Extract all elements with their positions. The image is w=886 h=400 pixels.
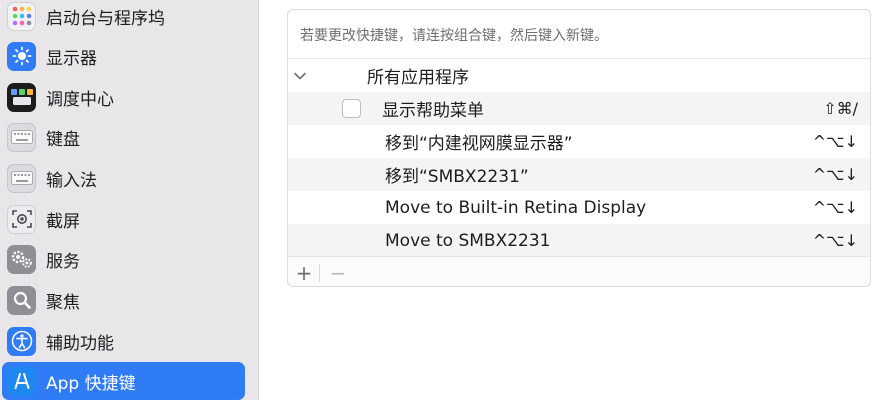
add-shortcut-button[interactable]: + xyxy=(291,260,317,286)
shortcut-label: Move to Built-in Retina Display xyxy=(385,197,647,218)
screenshot-icon xyxy=(7,204,36,234)
shortcut-label: 移到“内建视网膜显示器” xyxy=(385,134,573,154)
divider xyxy=(319,264,320,282)
shortcut-label: 显示帮助菜单 xyxy=(382,101,484,121)
remove-shortcut-button[interactable]: − xyxy=(325,260,351,286)
group-row-all-apps[interactable]: 所有应用程序 xyxy=(288,59,870,92)
sidebar-item-display[interactable]: 显示器 xyxy=(0,37,245,75)
sidebar-item-app-shortcuts[interactable]: App 快捷键 xyxy=(2,362,245,400)
shortcut-keys[interactable]: ^⌥↓ xyxy=(813,231,858,250)
sidebar-item-services[interactable]: 服务 xyxy=(0,240,245,278)
shortcut-row[interactable]: 移到“SMBX2231” ^⌥↓ xyxy=(288,158,870,191)
sidebar-item-label: 显示器 xyxy=(46,48,97,69)
sidebar-item-label: 截屏 xyxy=(46,211,80,232)
group-label: 所有应用程序 xyxy=(367,68,469,88)
sidebar-item-accessibility[interactable]: 辅助功能 xyxy=(0,322,245,360)
shortcut-label: Move to SMBX2231 xyxy=(385,230,551,251)
sidebar-item-keyboard[interactable]: 键盘 xyxy=(0,118,245,156)
launchpad-dock-icon xyxy=(7,1,36,31)
sidebar-item-label: 聚焦 xyxy=(46,292,80,313)
services-gears-icon xyxy=(7,244,36,274)
shortcut-keys[interactable]: ^⌥↓ xyxy=(813,132,858,151)
display-sun-icon xyxy=(7,41,36,71)
chevron-down-icon[interactable] xyxy=(293,69,307,83)
keyboard-icon xyxy=(7,122,36,152)
shortcut-row[interactable]: Move to SMBX2231 ^⌥↓ xyxy=(288,224,870,257)
sidebar-item-label: 输入法 xyxy=(46,170,97,191)
sidebar-item-label: 键盘 xyxy=(46,129,80,150)
enable-checkbox[interactable] xyxy=(342,99,361,118)
sidebar-item-label: 辅助功能 xyxy=(46,333,114,354)
shortcut-keys[interactable]: ^⌥↓ xyxy=(813,165,858,184)
accessibility-icon xyxy=(7,326,36,356)
sidebar-item-label: 启动台与程序坞 xyxy=(46,8,165,29)
mission-control-icon xyxy=(7,82,36,112)
sidebar-item-spotlight[interactable]: 聚焦 xyxy=(0,281,245,319)
sidebar-item-mission-control[interactable]: 调度中心 xyxy=(0,78,245,116)
sidebar-item-label: 调度中心 xyxy=(46,89,114,110)
shortcut-row[interactable]: 移到“内建视网膜显示器” ^⌥↓ xyxy=(288,125,870,158)
shortcut-row[interactable]: 显示帮助菜单 ⇧⌘/ xyxy=(288,92,870,125)
list-footer: + − xyxy=(288,256,870,286)
sidebar: 启动台与程序坞 显示器 调度中心 键盘 输入法 截屏 服务 聚焦 辅助功能 Ap… xyxy=(0,0,259,400)
shortcuts-panel: 若要更改快捷键，请连按组合键，然后键入新键。 所有应用程序 显示帮助菜单 ⇧⌘/… xyxy=(287,9,871,287)
shortcut-label: 移到“SMBX2231” xyxy=(385,167,529,187)
shortcut-keys[interactable]: ⇧⌘/ xyxy=(823,99,858,118)
instruction-text: 若要更改快捷键，请连按组合键，然后键入新键。 xyxy=(300,28,608,44)
spotlight-magnifier-icon xyxy=(7,285,36,315)
sidebar-item-launchpad-dock[interactable]: 启动台与程序坞 xyxy=(0,0,245,35)
sidebar-item-input-sources[interactable]: 输入法 xyxy=(0,159,245,197)
shortcut-row[interactable]: Move to Built-in Retina Display ^⌥↓ xyxy=(288,191,870,224)
shortcut-keys[interactable]: ^⌥↓ xyxy=(813,198,858,217)
app-shortcuts-icon xyxy=(7,366,36,396)
sidebar-item-screenshot[interactable]: 截屏 xyxy=(0,200,245,238)
sidebar-item-label: 服务 xyxy=(46,251,80,272)
input-source-keyboard-icon xyxy=(7,163,36,193)
sidebar-item-label: App 快捷键 xyxy=(46,373,136,394)
